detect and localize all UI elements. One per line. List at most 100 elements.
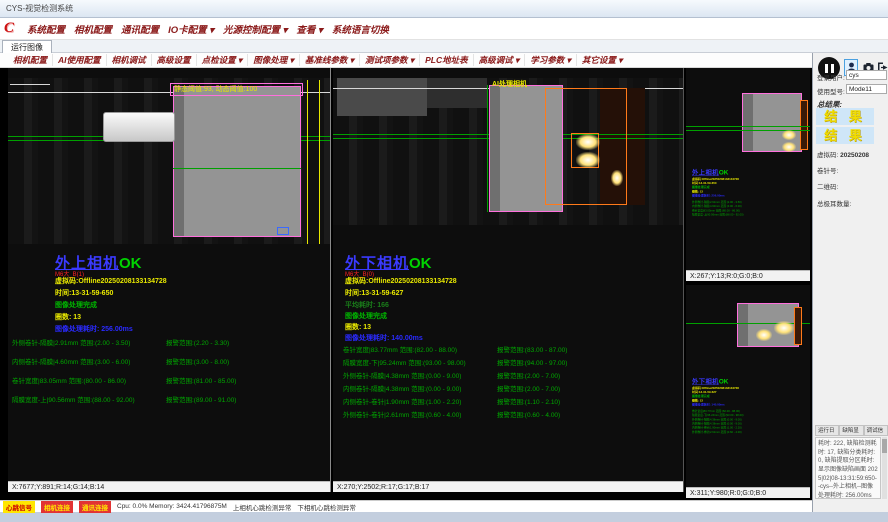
- measurement-row: 外侧卷针-隔膜|4.38mm 范围:(0.00 - 9.00): [343, 370, 461, 380]
- title-bar: CYS-视觉检测系统: [0, 0, 888, 18]
- cpu-memory-status: Cpu: 0.0% Memory: 3424.41796875M: [117, 503, 227, 510]
- threshold-label: 静态阈值:93, 动态阈值:100: [170, 83, 303, 96]
- machine-block: [337, 78, 427, 116]
- bright-weld-spot: [611, 170, 623, 186]
- camera-view-lower[interactable]: AI处理相机 外下相机OK M6大_B(0) 虚拟码:Offline202502…: [333, 68, 684, 492]
- comm-connection-badge: 通讯连接: [79, 501, 111, 513]
- camera-view-upper[interactable]: 静态阈值:93, 动态阈值:100 外上相机OK M6大_B(1) 虚拟码:Of…: [8, 68, 331, 492]
- measurement-row: 外侧卷针-隔膜|2.91mm 范围:(2.00 - 3.50): [12, 337, 130, 347]
- menu-comm-config[interactable]: 通讯配置: [121, 22, 159, 36]
- mini-overlay-text: 外下相机OK 虚拟码:Offline20250208133134728 时间:1…: [692, 377, 810, 434]
- log-tab-debug[interactable]: 调试信息: [864, 425, 888, 436]
- model-field[interactable]: [846, 84, 887, 94]
- bright-weld-spot: [774, 321, 794, 335]
- app-logo-icon: C: [4, 20, 14, 37]
- time-line: 时间:13-31-59-650: [55, 288, 113, 298]
- result-ok: OK: [719, 378, 728, 385]
- control-panel: 登录用户: 使用型号: 总结果: 结 果 结 果 虚拟码: 20250208 卷…: [812, 53, 888, 512]
- bright-weld-spot: [576, 152, 600, 168]
- toolbar-baseline-params[interactable]: 基准线参数 ▾: [299, 54, 359, 66]
- virtual-code-value: 20250208: [840, 152, 869, 159]
- login-user-field[interactable]: [846, 70, 887, 80]
- tab-count-label: 总极耳数量:: [817, 198, 851, 208]
- measurement-row: 内侧卷针-隔膜|4.38mm 范围:(0.00 - 9.00): [343, 383, 461, 393]
- alarm-range: 报警范围:(2.20 - 3.30): [166, 337, 229, 347]
- log-scrollbar-thumb[interactable]: [882, 439, 887, 453]
- toolbar-advanced-settings[interactable]: 高级设置: [151, 54, 196, 66]
- menu-view[interactable]: 查看 ▾: [296, 22, 322, 36]
- process-time-line: 图像处理耗时: 140.00ms: [345, 333, 423, 343]
- alarm-range: 报警范围:(89.00 - 91.00): [166, 394, 236, 404]
- menu-bar: C 系统配置 相机配置 通讯配置 IO卡配置 ▾ 光源控制配置 ▾ 查看 ▾ 系…: [0, 18, 888, 40]
- measurement-row: 隔膜宽度-上|90.56mm 范围:(88.00 - 92.00): [12, 394, 135, 404]
- tab-run-image[interactable]: 运行图像: [2, 40, 52, 53]
- window-title: CYS-视觉检测系统: [6, 3, 73, 14]
- needle-number-label: 卷针号:: [817, 165, 838, 175]
- toolbar: 相机配置 AI使用配置 相机调试 高级设置 点检设置 ▾ 图像处理 ▾ 基准线参…: [0, 53, 812, 68]
- ai-detect-box: [800, 100, 808, 150]
- bright-weld-spot: [782, 142, 796, 152]
- measurement-row: 内侧卷针-隔膜|4.60mm 范围:(3.00 - 6.00): [12, 356, 130, 366]
- toolbar-test-params[interactable]: 测试项参数 ▾: [359, 54, 419, 66]
- toolbar-plc-address[interactable]: PLC地址表: [419, 54, 473, 66]
- toolbar-camera-debug[interactable]: 相机调试: [106, 54, 151, 66]
- log-text-area[interactable]: 耗时: 222, 缺陷检测耗时: 17, 缺陷分类耗时: 0, 缺陷提取分区耗时…: [815, 437, 881, 499]
- bright-edge-line: [10, 84, 50, 85]
- result-block-1: 结 果: [816, 108, 874, 125]
- log-tab-defect[interactable]: 缺陷显示: [839, 425, 863, 436]
- process-done-line: 图像处理完成: [345, 311, 387, 321]
- qr-code-label: 二维码:: [817, 181, 838, 191]
- result-ok: OK: [119, 255, 142, 272]
- time-line: 时间:13-31-59-627: [345, 288, 403, 298]
- menu-light-config[interactable]: 光源控制配置 ▾: [223, 22, 287, 36]
- tab-strip: 运行图像: [0, 40, 888, 53]
- bright-weld-spot: [782, 130, 796, 140]
- menu-io-config[interactable]: IO卡配置 ▾: [168, 22, 214, 36]
- toolbar-other-settings[interactable]: 其它设置 ▾: [576, 54, 628, 66]
- process-done-line: 图像处理完成: [55, 300, 97, 310]
- measurement-row: 卷针宽度|83.77mm 范围:(82.00 - 88.00): [343, 344, 457, 354]
- camera-name: 外上相机: [692, 169, 719, 176]
- measurement-row: 卷针宽度|83.05mm 范围:(80.00 - 86.00): [12, 375, 126, 385]
- separator-film-region: [173, 86, 301, 237]
- menu-system-config[interactable]: 系统配置: [27, 22, 65, 36]
- measurement-row: 外侧卷针-卷针|2.61mm 范围:(0.60 - 4.00): [692, 430, 810, 434]
- status-bar: 心跳信号 相机连接 通讯连接 Cpu: 0.0% Memory: 3424.41…: [0, 500, 812, 512]
- camera-connection-badge: 相机连接: [41, 501, 73, 513]
- heartbeat-status-badge: 心跳信号: [3, 501, 35, 513]
- alarm-range: 报警范围:(94.00 - 97.00): [497, 357, 567, 367]
- alarm-range: 报警范围:(81.00 - 85.00): [166, 375, 236, 385]
- toolbar-advanced-debug[interactable]: 高级调试 ▾: [473, 54, 525, 66]
- lower-camera-warning: 下相机心跳检测异常: [297, 502, 356, 512]
- toolbar-camera-config[interactable]: 相机配置: [8, 54, 52, 66]
- menu-camera-config[interactable]: 相机配置: [74, 22, 112, 36]
- log-tab-strip: 运行日志 缺陷显示 调试信息: [815, 425, 888, 436]
- toolbar-ai-use-config[interactable]: AI使用配置: [52, 54, 106, 66]
- thumbnail-view-lower[interactable]: 外下相机OK 虚拟码:Offline20250208133134728 时间:1…: [686, 285, 810, 498]
- menu-language-switch[interactable]: 系统语言切换: [332, 22, 389, 36]
- toolbar-spot-check[interactable]: 点检设置 ▾: [196, 54, 248, 66]
- measurement-row: 外侧卷针-卷针|2.61mm 范围:(0.60 - 4.00): [343, 409, 461, 419]
- measurement-row: 隔膜宽度-下|95.24mm 范围:(93.00 - 98.00): [343, 357, 466, 367]
- detect-box-blue: [277, 227, 289, 235]
- bright-weld-spot: [576, 134, 600, 150]
- thumbnail-view-upper[interactable]: 外上相机OK 虚拟码:Offline20250208133134728 时间:1…: [686, 68, 810, 281]
- pixel-coords-bar: X:267;Y:13;R:0;G:0;B:0: [686, 270, 810, 281]
- app-window: CYS-视觉检测系统 C 系统配置 相机配置 通讯配置 IO卡配置 ▾ 光源控制…: [0, 0, 888, 522]
- yellow-guide-line: [319, 80, 320, 244]
- log-scrollbar[interactable]: [882, 437, 887, 499]
- alarm-range: 报警范围:(0.60 - 4.00): [497, 409, 560, 419]
- result-ok: OK: [409, 255, 432, 272]
- baseline-green-line: [686, 126, 810, 127]
- process-time-line: 图像处理耗时: 256.00ms: [55, 324, 133, 334]
- ai-detect-box: [794, 307, 802, 345]
- toolbar-image-process[interactable]: 图像处理 ▾: [247, 54, 299, 66]
- virtual-code-label: 虚拟码: 20250208: [817, 149, 869, 159]
- electrode-tab-object: [103, 112, 175, 142]
- virtual-code-line: 虚拟码:Offline20250208133134728: [55, 276, 167, 286]
- result-ok: OK: [719, 169, 728, 176]
- toolbar-learning-params[interactable]: 学习参数 ▾: [524, 54, 576, 66]
- log-tab-run[interactable]: 运行日志: [815, 425, 839, 436]
- alarm-range: 报警范围:(3.00 - 8.00): [166, 356, 229, 366]
- alarm-range: 报警范围:(2.00 - 7.00): [497, 383, 560, 393]
